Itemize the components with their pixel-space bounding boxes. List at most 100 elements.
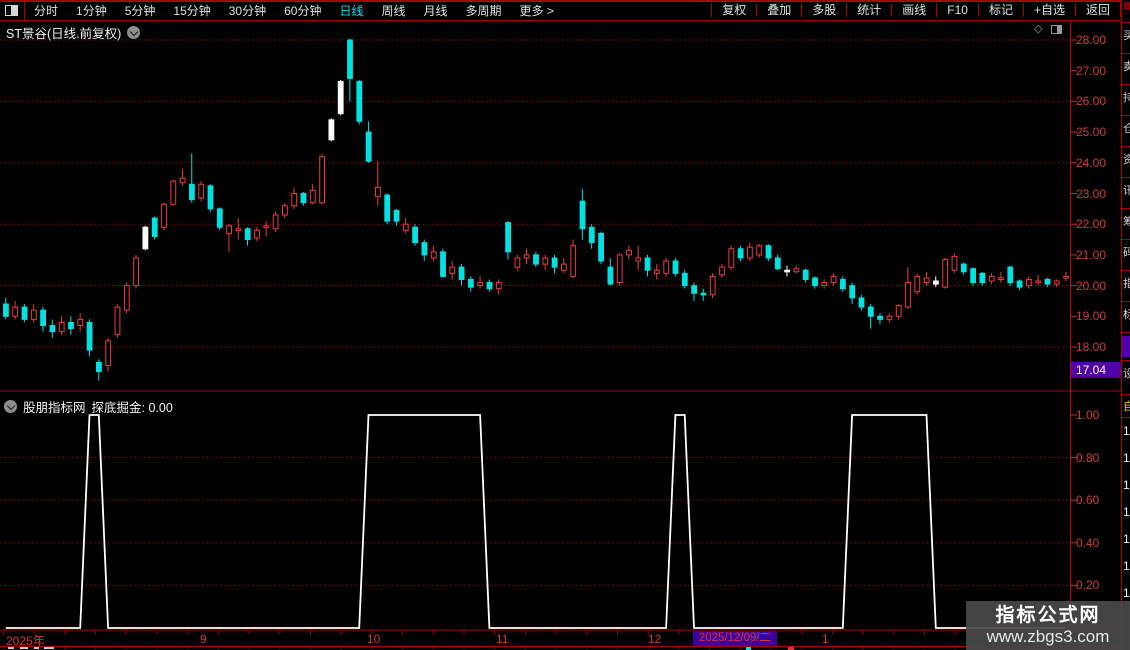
clipped-menu-item[interactable]: 持 <box>1123 92 1130 104</box>
price-axis-label: 22.00 <box>1076 217 1107 232</box>
toolbar-item-分时[interactable]: 分时 <box>25 4 67 18</box>
watermark-title: 指标公式网 <box>995 604 1101 626</box>
clipped-quote-digit: 1 <box>1123 586 1130 600</box>
indicator-name-value: 探底掘金: 0.00 <box>91 401 173 415</box>
clipped-menu-item[interactable]: 标 <box>1123 309 1130 321</box>
toolbar-actions: 复权 叠加 多股 统计 画线 F10 标记 +自选 返回 <box>711 1 1121 20</box>
clipped-quote-digit: 1 <box>1123 451 1130 465</box>
date-axis-label: 10 <box>367 632 381 646</box>
toolbar-item-15分钟[interactable]: 15分钟 <box>164 4 219 18</box>
toolbar-item-周线[interactable]: 周线 <box>372 4 414 18</box>
strip-divider <box>1122 115 1130 116</box>
clipped-menu-item[interactable]: 资 <box>1123 154 1130 166</box>
period-tabs: 分时 1分钟 5分钟 15分钟 30分钟 60分钟 日线 周线 月线 多周期 更多 > <box>25 2 563 19</box>
clipped-text-fragment <box>44 647 54 649</box>
indicator-axis-label: 0.20 <box>1076 578 1100 593</box>
toolbar-action-F10[interactable]: F10 <box>936 3 978 17</box>
strip-divider <box>1122 332 1130 333</box>
toolbar-item-日线[interactable]: 日线 <box>330 4 372 18</box>
strip-divider <box>1122 53 1130 54</box>
chart-corner-icons: ◇ <box>1034 24 1063 35</box>
toolbar-item-30分钟[interactable]: 30分钟 <box>220 4 275 18</box>
clipped-menu-item[interactable]: 码 <box>1123 247 1130 259</box>
strip-fragment <box>1124 2 1130 10</box>
page-title: ST景谷(日线.前复权) <box>6 27 122 41</box>
clipped-quote-digit: 1 <box>1123 559 1130 573</box>
clipped-quote-digit: 1 <box>1123 478 1130 492</box>
toolbar-item-60分钟[interactable]: 60分钟 <box>275 4 330 18</box>
strip-tab-label[interactable]: 自 <box>1123 398 1130 414</box>
price-axis-label: 27.00 <box>1076 63 1107 78</box>
clipped-side-panel: 买卖持仓资讯筹码指标设自 1 1 1 1 1 1 1 <box>1121 0 1130 650</box>
date-axis-label: 12 <box>648 632 662 646</box>
strip-divider <box>1122 22 1130 23</box>
toolbar-action-叠加[interactable]: 叠加 <box>756 3 802 17</box>
clipped-quote-digit: 1 <box>1123 424 1130 438</box>
clipped-menu-item[interactable]: 卖 <box>1123 61 1130 73</box>
clipped-text-fragment <box>8 647 14 649</box>
strip-divider <box>1122 301 1130 302</box>
clipped-quote-digit: 1 <box>1123 505 1130 519</box>
clipped-menu-item[interactable]: 设 <box>1123 368 1130 380</box>
toolbar-action-+自选[interactable]: +自选 <box>1022 3 1075 17</box>
crosshair-date-tag: 2025/12/09/二 <box>693 631 777 646</box>
top-toolbar: 分时 1分钟 5分钟 15分钟 30分钟 60分钟 日线 周线 月线 多周期 更多 > 复权 叠加 多股… <box>0 0 1121 21</box>
toolbar-action-统计[interactable]: 统计 <box>846 3 892 17</box>
price-axis-label: 25.00 <box>1076 125 1107 140</box>
toolbar-action-多股[interactable]: 多股 <box>801 3 847 17</box>
watermark: 指标公式网 www.zbgs3.com <box>966 601 1130 650</box>
date-axis-label: 11 <box>496 632 509 646</box>
title-bar: ST景谷(日线.前复权) <box>6 23 141 42</box>
price-axis-label: 21.00 <box>1076 247 1107 262</box>
clipped-text-fragment <box>20 647 28 649</box>
toolbar-action-返回[interactable]: 返回 <box>1074 3 1121 17</box>
window-layout-icon[interactable] <box>5 5 18 16</box>
toolbar-action-标记[interactable]: 标记 <box>977 3 1023 17</box>
price-axis-label: 23.00 <box>1076 186 1107 201</box>
indicator-source: 股朋指标网 <box>23 401 86 415</box>
indicator-axis-label: 0.60 <box>1076 493 1100 508</box>
strip-divider <box>1122 146 1130 147</box>
candlesticks <box>3 38 1069 381</box>
clipped-text-fragment <box>34 647 39 649</box>
price-axis-label: 28.00 <box>1076 33 1107 47</box>
current-price-tag: 17.04 <box>1071 362 1125 378</box>
price-axis-label: 18.00 <box>1076 340 1107 354</box>
toolbar-item-更多 >[interactable]: 更多 > <box>511 4 563 18</box>
price-axis-label: 24.00 <box>1076 155 1107 170</box>
strip-divider <box>1122 270 1130 271</box>
indicator-header: 股朋指标网 探底掘金: 0.00 <box>4 397 173 416</box>
toolbar-item-多周期[interactable]: 多周期 <box>457 4 511 18</box>
price-axis-label: 20.00 <box>1076 278 1107 293</box>
split-view-icon[interactable] <box>1051 25 1063 34</box>
trading-app-window: 分时 1分钟 5分钟 15分钟 30分钟 60分钟 日线 周线 月线 多周期 更多 > 复权 叠加 多股… <box>0 0 1130 650</box>
clipped-menu-item[interactable]: 仓 <box>1123 123 1130 135</box>
toolbar-item-1分钟[interactable]: 1分钟 <box>67 4 116 18</box>
collapse-panel-icon[interactable] <box>4 400 17 413</box>
strip-divider <box>1122 239 1130 240</box>
indicator-axis-label: 1.00 <box>1076 408 1100 422</box>
indicator-axis-label: 0.40 <box>1076 535 1100 550</box>
strip-divider <box>1122 84 1130 85</box>
chart-canvas[interactable] <box>0 0 1130 650</box>
toolbar-item-5分钟[interactable]: 5分钟 <box>116 4 165 18</box>
strip-divider <box>1122 208 1130 209</box>
clipped-menu-item[interactable]: 买 <box>1123 30 1130 42</box>
strip-divider <box>1122 360 1130 361</box>
price-axis-label: 19.00 <box>1076 309 1107 324</box>
price-axis-label: 26.00 <box>1076 94 1107 109</box>
toolbar-action-画线[interactable]: 画线 <box>891 3 937 17</box>
diamond-icon[interactable]: ◇ <box>1034 24 1042 35</box>
strip-divider <box>1122 177 1130 178</box>
date-axis-label: 9 <box>200 632 207 646</box>
indicator-axis-label: 0.80 <box>1076 450 1100 465</box>
clipped-quote-digit: 1 <box>1123 532 1130 546</box>
chevron-down-icon[interactable] <box>127 26 141 39</box>
clipped-menu-item[interactable]: 筹 <box>1123 216 1130 228</box>
date-axis-label: 1 <box>822 632 829 646</box>
strip-divider <box>1122 394 1130 395</box>
toolbar-item-月线[interactable]: 月线 <box>415 4 457 18</box>
toolbar-action-复权[interactable]: 复权 <box>711 3 757 17</box>
clipped-menu-item[interactable]: 讯 <box>1123 185 1130 197</box>
clipped-menu-item[interactable]: 指 <box>1123 278 1130 290</box>
